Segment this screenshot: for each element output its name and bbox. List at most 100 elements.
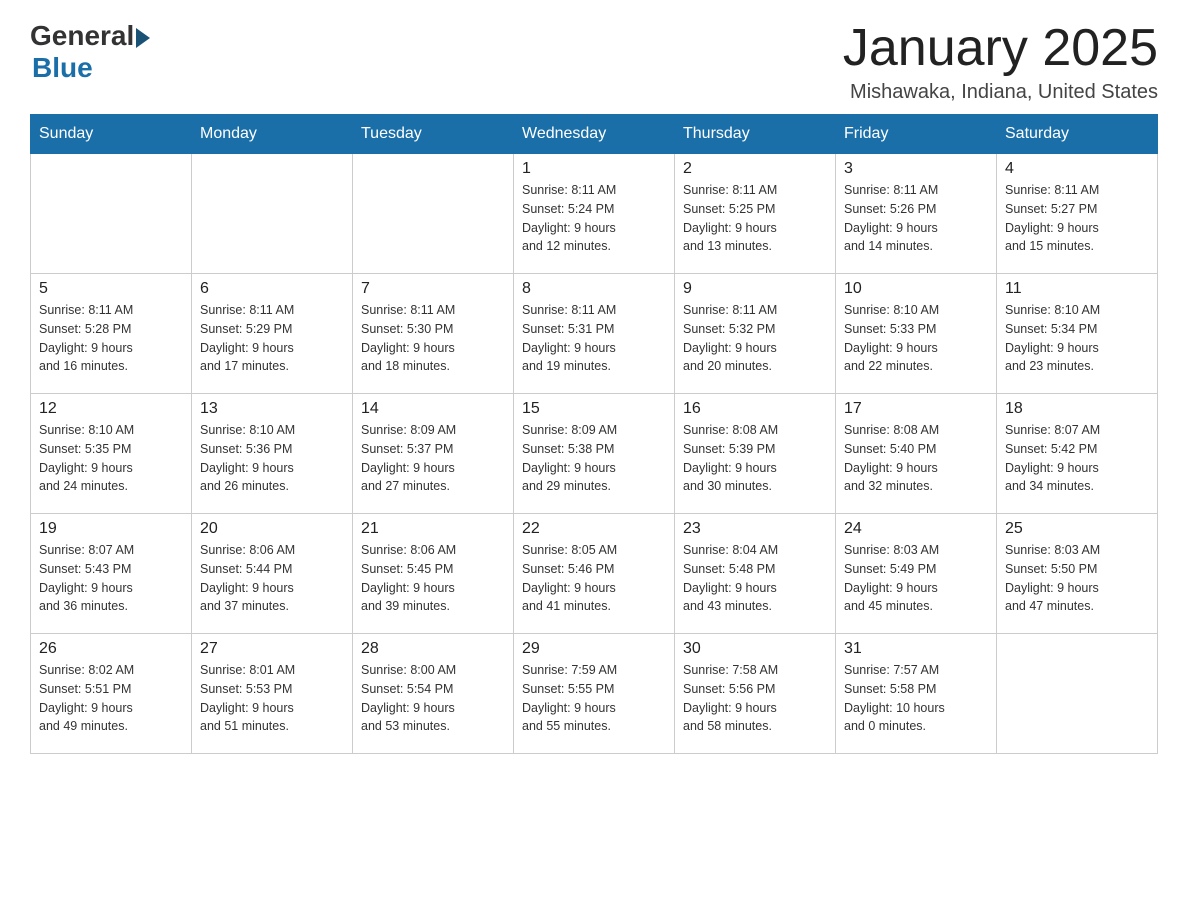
- weekday-header-friday: Friday: [836, 115, 997, 154]
- calendar-cell: [997, 634, 1158, 754]
- calendar-cell: 7Sunrise: 8:11 AM Sunset: 5:30 PM Daylig…: [353, 274, 514, 394]
- day-info: Sunrise: 8:07 AM Sunset: 5:42 PM Dayligh…: [1005, 421, 1149, 496]
- calendar-cell: 9 Sunrise: 8:11 AM Sunset: 5:32 PM Daylig…: [675, 274, 836, 394]
- day-number: 6: [200, 280, 344, 298]
- day-number: 27: [200, 640, 344, 658]
- calendar-cell: 13 Sunrise: 8:10 AM Sunset: 5:36 PM Dayli…: [192, 394, 353, 514]
- calendar-cell: 15 Sunrise: 8:09 AM Sunset: 5:38 PM Dayli…: [514, 394, 675, 514]
- logo-arrow-icon: [136, 28, 150, 48]
- day-info: Sunrise: 7:59 AM Sunset: 5:55 PM Dayligh…: [522, 661, 666, 736]
- weekday-header-wednesday: Wednesday: [514, 115, 675, 154]
- day-info: Sunrise: 8:11 AM Sunset: 5:26 PM Dayligh…: [844, 181, 988, 256]
- calendar-cell: 31Sunrise: 7:57 AM Sunset: 5:58 PM Dayli…: [836, 634, 997, 754]
- calendar-cell: 17 Sunrise: 8:08 AM Sunset: 5:40 PM Dayli…: [836, 394, 997, 514]
- day-info: Sunrise: 8:11 AM Sunset: 5:32 PM Dayligh…: [683, 301, 827, 376]
- calendar-week-2: 12 Sunrise: 8:10 AM Sunset: 5:35 PM Dayli…: [31, 394, 1158, 514]
- weekday-header-saturday: Saturday: [997, 115, 1158, 154]
- day-info: Sunrise: 8:11 AM Sunset: 5:27 PM Dayligh…: [1005, 181, 1149, 256]
- calendar-table: SundayMondayTuesdayWednesdayThursdayFrid…: [30, 114, 1158, 754]
- day-info: Sunrise: 8:06 AM Sunset: 5:44 PM Dayligh…: [200, 541, 344, 616]
- calendar-cell: 22 Sunrise: 8:05 AM Sunset: 5:46 PM Dayli…: [514, 514, 675, 634]
- day-number: 8: [522, 280, 666, 298]
- calendar-cell: 14Sunrise: 8:09 AM Sunset: 5:37 PM Dayli…: [353, 394, 514, 514]
- page-header: General Blue January 2025 Mishawaka, Ind…: [30, 20, 1158, 104]
- calendar-cell: 29Sunrise: 7:59 AM Sunset: 5:55 PM Dayli…: [514, 634, 675, 754]
- day-number: 1: [522, 160, 666, 178]
- day-number: 31: [844, 640, 988, 658]
- calendar-cell: 19 Sunrise: 8:07 AM Sunset: 5:43 PM Dayli…: [31, 514, 192, 634]
- day-number: 7: [361, 280, 505, 298]
- calendar-subtitle: Mishawaka, Indiana, United States: [843, 81, 1158, 104]
- day-number: 9: [683, 280, 827, 298]
- day-number: 2: [683, 160, 827, 178]
- day-number: 5: [39, 280, 183, 298]
- calendar-cell: 10Sunrise: 8:10 AM Sunset: 5:33 PM Dayli…: [836, 274, 997, 394]
- calendar-cell: 25 Sunrise: 8:03 AM Sunset: 5:50 PM Dayli…: [997, 514, 1158, 634]
- day-info: Sunrise: 8:05 AM Sunset: 5:46 PM Dayligh…: [522, 541, 666, 616]
- day-number: 21: [361, 520, 505, 538]
- calendar-cell: 27 Sunrise: 8:01 AM Sunset: 5:53 PM Dayli…: [192, 634, 353, 754]
- day-number: 20: [200, 520, 344, 538]
- day-info: Sunrise: 8:08 AM Sunset: 5:39 PM Dayligh…: [683, 421, 827, 496]
- calendar-cell: 8 Sunrise: 8:11 AM Sunset: 5:31 PM Daylig…: [514, 274, 675, 394]
- calendar-cell: 18Sunrise: 8:07 AM Sunset: 5:42 PM Dayli…: [997, 394, 1158, 514]
- day-number: 15: [522, 400, 666, 418]
- day-info: Sunrise: 8:11 AM Sunset: 5:28 PM Dayligh…: [39, 301, 183, 376]
- day-info: Sunrise: 8:00 AM Sunset: 5:54 PM Dayligh…: [361, 661, 505, 736]
- day-number: 22: [522, 520, 666, 538]
- weekday-header-sunday: Sunday: [31, 115, 192, 154]
- calendar-cell: [31, 154, 192, 274]
- weekday-header-tuesday: Tuesday: [353, 115, 514, 154]
- day-info: Sunrise: 8:07 AM Sunset: 5:43 PM Dayligh…: [39, 541, 183, 616]
- day-info: Sunrise: 8:10 AM Sunset: 5:35 PM Dayligh…: [39, 421, 183, 496]
- calendar-title: January 2025: [843, 20, 1158, 77]
- weekday-header-thursday: Thursday: [675, 115, 836, 154]
- day-number: 10: [844, 280, 988, 298]
- day-info: Sunrise: 8:09 AM Sunset: 5:38 PM Dayligh…: [522, 421, 666, 496]
- day-info: Sunrise: 8:09 AM Sunset: 5:37 PM Dayligh…: [361, 421, 505, 496]
- day-number: 12: [39, 400, 183, 418]
- title-section: January 2025 Mishawaka, Indiana, United …: [843, 20, 1158, 104]
- day-info: Sunrise: 8:02 AM Sunset: 5:51 PM Dayligh…: [39, 661, 183, 736]
- day-info: Sunrise: 8:06 AM Sunset: 5:45 PM Dayligh…: [361, 541, 505, 616]
- day-info: Sunrise: 8:11 AM Sunset: 5:24 PM Dayligh…: [522, 181, 666, 256]
- day-info: Sunrise: 8:10 AM Sunset: 5:36 PM Dayligh…: [200, 421, 344, 496]
- day-number: 28: [361, 640, 505, 658]
- day-number: 25: [1005, 520, 1149, 538]
- calendar-cell: 11Sunrise: 8:10 AM Sunset: 5:34 PM Dayli…: [997, 274, 1158, 394]
- calendar-cell: 16 Sunrise: 8:08 AM Sunset: 5:39 PM Dayli…: [675, 394, 836, 514]
- weekday-header-row: SundayMondayTuesdayWednesdayThursdayFrid…: [31, 115, 1158, 154]
- calendar-cell: 20 Sunrise: 8:06 AM Sunset: 5:44 PM Dayli…: [192, 514, 353, 634]
- calendar-cell: 24Sunrise: 8:03 AM Sunset: 5:49 PM Dayli…: [836, 514, 997, 634]
- day-info: Sunrise: 8:03 AM Sunset: 5:50 PM Dayligh…: [1005, 541, 1149, 616]
- calendar-cell: 23Sunrise: 8:04 AM Sunset: 5:48 PM Dayli…: [675, 514, 836, 634]
- day-info: Sunrise: 8:11 AM Sunset: 5:31 PM Dayligh…: [522, 301, 666, 376]
- day-info: Sunrise: 8:08 AM Sunset: 5:40 PM Dayligh…: [844, 421, 988, 496]
- calendar-cell: 30Sunrise: 7:58 AM Sunset: 5:56 PM Dayli…: [675, 634, 836, 754]
- calendar-week-4: 26 Sunrise: 8:02 AM Sunset: 5:51 PM Dayli…: [31, 634, 1158, 754]
- day-number: 16: [683, 400, 827, 418]
- day-number: 26: [39, 640, 183, 658]
- day-info: Sunrise: 8:11 AM Sunset: 5:25 PM Dayligh…: [683, 181, 827, 256]
- calendar-cell: [192, 154, 353, 274]
- day-info: Sunrise: 8:01 AM Sunset: 5:53 PM Dayligh…: [200, 661, 344, 736]
- calendar-cell: 3 Sunrise: 8:11 AM Sunset: 5:26 PM Daylig…: [836, 154, 997, 274]
- calendar-cell: 21 Sunrise: 8:06 AM Sunset: 5:45 PM Dayli…: [353, 514, 514, 634]
- calendar-cell: 6 Sunrise: 8:11 AM Sunset: 5:29 PM Daylig…: [192, 274, 353, 394]
- day-number: 11: [1005, 280, 1149, 298]
- calendar-cell: 26 Sunrise: 8:02 AM Sunset: 5:51 PM Dayli…: [31, 634, 192, 754]
- day-number: 19: [39, 520, 183, 538]
- day-number: 24: [844, 520, 988, 538]
- day-number: 17: [844, 400, 988, 418]
- day-number: 13: [200, 400, 344, 418]
- calendar-week-0: 1 Sunrise: 8:11 AM Sunset: 5:24 PM Daylig…: [31, 154, 1158, 274]
- day-number: 4: [1005, 160, 1149, 178]
- weekday-header-monday: Monday: [192, 115, 353, 154]
- day-info: Sunrise: 8:11 AM Sunset: 5:29 PM Dayligh…: [200, 301, 344, 376]
- day-number: 23: [683, 520, 827, 538]
- calendar-body: 1 Sunrise: 8:11 AM Sunset: 5:24 PM Daylig…: [31, 154, 1158, 754]
- logo-general-text: General: [30, 20, 134, 52]
- day-number: 3: [844, 160, 988, 178]
- calendar-cell: 2 Sunrise: 8:11 AM Sunset: 5:25 PM Daylig…: [675, 154, 836, 274]
- calendar-cell: 28 Sunrise: 8:00 AM Sunset: 5:54 PM Dayli…: [353, 634, 514, 754]
